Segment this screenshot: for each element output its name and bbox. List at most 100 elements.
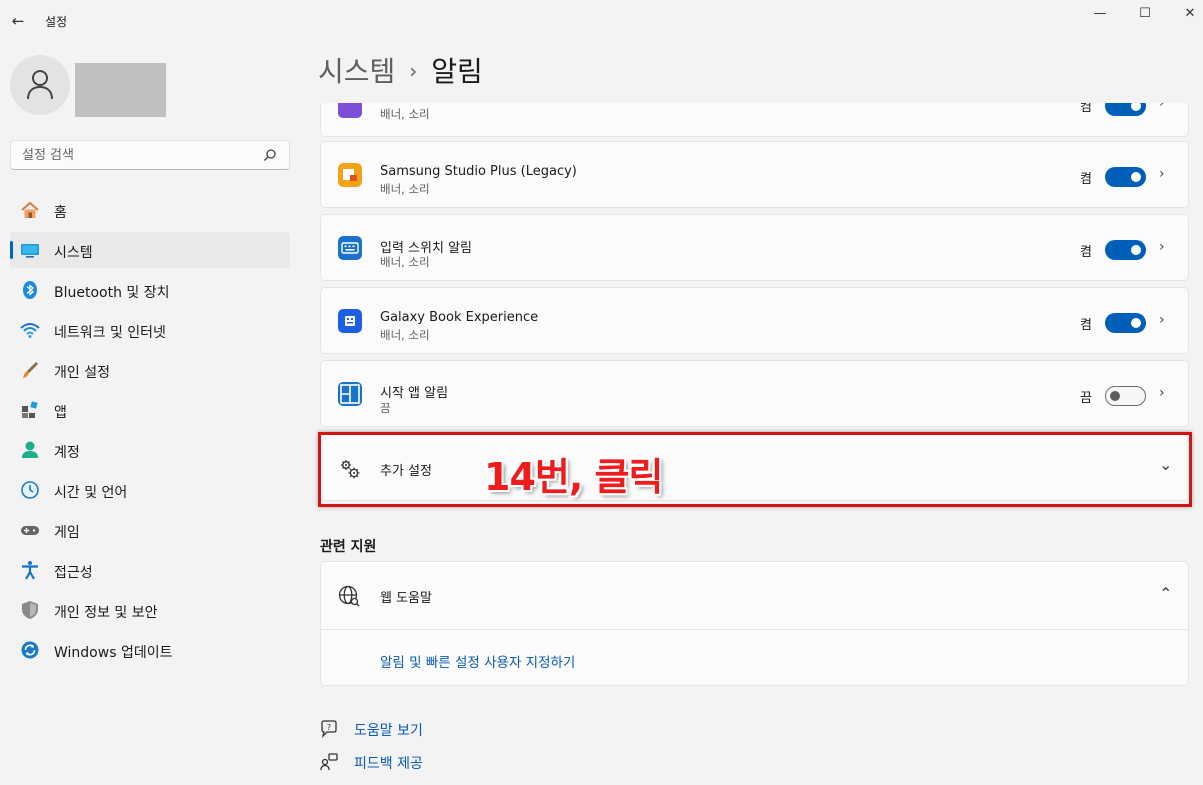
sidebar-item-system[interactable]: 시스템 xyxy=(10,232,290,268)
sidebar-item-label: 앱 xyxy=(54,405,67,421)
sidebar-item-label: 개인 정보 및 보안 xyxy=(54,605,158,621)
feedback-icon xyxy=(320,753,338,771)
minimize-button[interactable]: — xyxy=(1077,0,1123,30)
samsung-studio-plus-icon xyxy=(338,163,362,187)
sidebar-item-label: 계정 xyxy=(54,445,80,461)
sidebar-item-privacy[interactable]: 개인 정보 및 보안 xyxy=(10,592,290,628)
sidebar-item-apps[interactable]: 앱 xyxy=(10,392,290,428)
chevron-right-icon[interactable]: › xyxy=(1159,312,1165,328)
apps-icon xyxy=(22,401,38,418)
home-icon xyxy=(21,201,39,218)
app-notification-types: 배너, 소리 xyxy=(380,328,430,342)
sidebar-item-gaming[interactable]: 게임 xyxy=(10,512,290,548)
sidebar-item-bluetooth[interactable]: Bluetooth 및 장치 xyxy=(10,272,290,308)
search-icon[interactable] xyxy=(263,148,277,162)
sidebar-item-label: 네트워크 및 인터넷 xyxy=(54,325,166,341)
toggle-state-label: 켬 xyxy=(1080,245,1092,260)
toggle-state-label: 켬 xyxy=(1080,318,1092,333)
brush-icon xyxy=(23,362,38,378)
bluetooth-icon xyxy=(23,281,37,299)
breadcrumb-parent[interactable]: 시스템 xyxy=(318,55,395,88)
sidebar-item-network[interactable]: 네트워크 및 인터넷 xyxy=(10,312,290,348)
app-notification-types: 배너, 소리 xyxy=(380,255,430,269)
app-notification-types: 끔 xyxy=(380,401,391,415)
app-notification-row[interactable]: 시작 앱 알림 끔 끔 › xyxy=(320,360,1189,427)
get-help-link[interactable]: ? 도움말 보기 xyxy=(320,718,460,740)
search-input[interactable] xyxy=(11,141,261,169)
related-support-heading: 관련 지원 xyxy=(320,539,377,555)
toggle-state-label: 끔 xyxy=(1080,391,1092,406)
time-language-icon xyxy=(21,481,39,499)
app-notification-types: 배너, 소리 xyxy=(380,107,430,121)
sidebar-item-label: 시간 및 언어 xyxy=(54,485,128,501)
sidebar-item-label: 개인 설정 xyxy=(54,365,110,381)
notification-toggle[interactable] xyxy=(1105,313,1146,333)
sidebar-item-label: 홈 xyxy=(54,205,67,221)
sidebar-item-accessibility[interactable]: 접근성 xyxy=(10,552,290,588)
related-support-card: 웹 도움말 ⌃ 알림 및 빠른 설정 사용자 지정하기 xyxy=(320,561,1189,686)
notification-toggle[interactable] xyxy=(1105,240,1146,260)
window-title: 설정 xyxy=(45,15,68,29)
globe-icon xyxy=(338,585,360,607)
sidebar-item-home[interactable]: 홈 xyxy=(10,192,290,228)
sidebar-item-windows-update[interactable]: Windows 업데이트 xyxy=(10,632,290,668)
title-bar: ← 설정 — ☐ ✕ xyxy=(0,0,1203,44)
app-name: Samsung Studio Plus (Legacy) xyxy=(380,164,577,179)
sidebar-item-label: Windows 업데이트 xyxy=(54,645,173,661)
feedback-link[interactable]: 피드백 제공 xyxy=(320,751,460,773)
toggle-state-label: 켬 xyxy=(1080,103,1092,115)
chevron-right-icon[interactable]: › xyxy=(1159,385,1165,401)
sidebar-item-label: Bluetooth 및 장치 xyxy=(54,285,170,301)
breadcrumb-separator-icon: › xyxy=(409,59,418,83)
account-icon xyxy=(22,441,38,458)
redacted-username xyxy=(75,63,166,117)
avatar[interactable] xyxy=(10,55,70,115)
back-arrow-icon[interactable]: ← xyxy=(8,10,28,32)
toggle-state-label: 켬 xyxy=(1080,172,1092,187)
web-help-header[interactable]: 웹 도움말 ⌃ xyxy=(321,562,1188,630)
sidebar-item-label: 시스템 xyxy=(54,245,93,261)
settings-search[interactable] xyxy=(10,140,290,170)
app-name: 시작 앱 알림 xyxy=(380,386,449,401)
keyboard-switch-icon xyxy=(338,236,362,260)
user-icon xyxy=(27,70,53,100)
notification-toggle[interactable] xyxy=(1105,386,1146,406)
sidebar-item-label: 접근성 xyxy=(54,565,93,581)
help-chat-icon: ? xyxy=(321,720,337,738)
sidebar-item-personalization[interactable]: 개인 설정 xyxy=(10,352,290,388)
galaxy-book-icon xyxy=(338,309,362,333)
app-name: Galaxy Book Experience xyxy=(380,310,539,325)
page-title: 알림 xyxy=(431,55,483,88)
breadcrumb: 시스템 › 알림 xyxy=(318,50,483,90)
annotation-highlight-box xyxy=(318,432,1192,507)
app-notification-row[interactable]: Samsung Studio Plus (Legacy) 배너, 소리 켬 › xyxy=(320,141,1189,208)
sidebar-item-time-language[interactable]: 시간 및 언어 xyxy=(10,472,290,508)
notification-toggle[interactable] xyxy=(1105,167,1146,187)
chevron-right-icon[interactable]: › xyxy=(1159,239,1165,255)
notification-toggle[interactable] xyxy=(1105,103,1146,116)
svg-text:?: ? xyxy=(327,723,331,732)
shield-icon xyxy=(22,601,38,619)
annotation-instruction: 14번, 클릭 xyxy=(484,455,663,499)
customize-notifications-link[interactable]: 알림 및 빠른 설정 사용자 지정하기 xyxy=(380,651,575,671)
chevron-up-icon[interactable]: ⌃ xyxy=(1159,584,1172,603)
chevron-right-icon[interactable]: › xyxy=(1159,103,1165,111)
close-button[interactable]: ✕ xyxy=(1167,0,1203,30)
feedback-label: 피드백 제공 xyxy=(354,756,423,772)
chevron-right-icon[interactable]: › xyxy=(1159,166,1165,182)
web-help-label: 웹 도움말 xyxy=(380,591,432,606)
app-notification-types: 배너, 소리 xyxy=(380,182,430,196)
sidebar-item-accounts[interactable]: 계정 xyxy=(10,432,290,468)
accessibility-icon xyxy=(22,561,38,580)
system-monitor-icon xyxy=(21,244,39,258)
startup-apps-icon xyxy=(338,382,362,406)
purple-app-icon xyxy=(338,103,362,118)
sidebar-nav: 홈 시스템 Bluetooth 및 장치 네트워크 및 인터넷 개인 설정 앱 … xyxy=(10,192,290,672)
get-help-label: 도움말 보기 xyxy=(354,723,423,739)
maximize-button[interactable]: ☐ xyxy=(1122,0,1168,30)
app-notification-row[interactable]: 배너, 소리 켬 › xyxy=(320,103,1189,137)
update-icon xyxy=(21,641,39,659)
wifi-icon xyxy=(20,323,40,338)
app-notification-row[interactable]: 입력 스위치 알림 배너, 소리 켬 › xyxy=(320,214,1189,281)
app-notification-row[interactable]: Galaxy Book Experience 배너, 소리 켬 › xyxy=(320,287,1189,354)
